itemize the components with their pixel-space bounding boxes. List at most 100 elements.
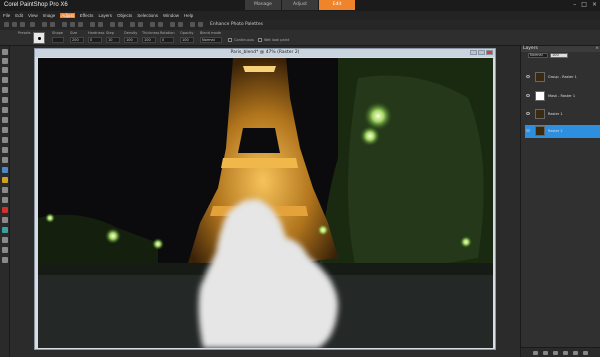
print-icon[interactable]: [30, 22, 35, 27]
menu-help[interactable]: Help: [184, 13, 193, 18]
menu-adjust[interactable]: Adjust: [60, 13, 75, 18]
opacity-field[interactable]: 100: [180, 37, 194, 43]
layer-properties-icon[interactable]: [573, 351, 578, 355]
clone-tool-icon[interactable]: [2, 127, 8, 133]
resize-icon[interactable]: [98, 22, 103, 27]
materials-icon[interactable]: [118, 22, 123, 27]
continuous-checkbox[interactable]: [228, 38, 232, 42]
image-canvas[interactable]: [38, 58, 493, 348]
zoom-icon[interactable]: [170, 22, 175, 27]
tab-manage[interactable]: Manage: [245, 0, 281, 10]
copy-icon[interactable]: [70, 22, 75, 27]
adjustment-layer-icon[interactable]: [563, 351, 568, 355]
straighten-tool-icon[interactable]: [2, 107, 8, 113]
smudge-tool-icon[interactable]: [2, 147, 8, 153]
script-icon[interactable]: [190, 22, 195, 27]
shape-select[interactable]: [52, 37, 64, 43]
menu-file[interactable]: File: [3, 13, 10, 18]
tab-adjust[interactable]: Adjust: [282, 0, 318, 10]
menu-edit[interactable]: Edit: [15, 13, 23, 18]
paste-icon[interactable]: [78, 22, 83, 27]
size-field[interactable]: 200: [70, 37, 84, 43]
palettes-button[interactable]: Palettes: [245, 22, 263, 27]
step-field[interactable]: 10: [106, 37, 120, 43]
lighten-tool-icon[interactable]: [2, 157, 8, 163]
document-minimize-button[interactable]: [470, 50, 477, 55]
learning-center-icon[interactable]: [178, 22, 183, 27]
pen-tool-icon[interactable]: [2, 247, 8, 253]
redo-icon[interactable]: [50, 22, 55, 27]
minimize-button[interactable]: –: [573, 1, 576, 8]
run-script-icon[interactable]: [198, 22, 203, 27]
adjust-icon[interactable]: [150, 22, 155, 27]
crop-tool-icon[interactable]: [2, 97, 8, 103]
menu-view[interactable]: View: [28, 13, 38, 18]
layer-row-group-raster-1[interactable]: Group - Raster 1: [525, 71, 600, 84]
step-label: Step: [106, 31, 114, 35]
history-icon[interactable]: [130, 22, 135, 27]
layer-row-raster-1[interactable]: Raster 1: [525, 108, 600, 121]
selection-icon[interactable]: [158, 22, 163, 27]
new-mask-icon[interactable]: [543, 351, 548, 355]
layer-row-raster-2[interactable]: Raster 2: [525, 125, 600, 138]
shape-tool-icon[interactable]: [2, 237, 8, 243]
document-maximize-button[interactable]: [478, 50, 485, 55]
text-tool-icon[interactable]: [2, 227, 8, 233]
dropper-tool-icon[interactable]: [2, 87, 8, 93]
paint-brush-tool-icon[interactable]: [2, 177, 8, 183]
open-file-icon[interactable]: [12, 22, 17, 27]
new-layer-icon[interactable]: [533, 351, 538, 355]
delete-layer-icon[interactable]: [583, 351, 588, 355]
color-replacer-tool-icon[interactable]: [2, 207, 8, 213]
maximize-button[interactable]: □: [581, 1, 587, 8]
layers-icon[interactable]: [110, 22, 115, 27]
effects-icon[interactable]: [138, 22, 143, 27]
layer-opacity-field[interactable]: 100: [550, 53, 568, 58]
document-window: Paris_blend* @ 47% (Raster 2): [34, 48, 496, 350]
dodge-tool-icon[interactable]: [2, 137, 8, 143]
visibility-eye-icon[interactable]: [526, 129, 530, 132]
menu-selections[interactable]: Selections: [137, 13, 158, 18]
menu-window[interactable]: Window: [163, 13, 179, 18]
undo-icon[interactable]: [42, 22, 47, 27]
pan-tool-icon[interactable]: [2, 49, 8, 55]
menu-layers[interactable]: Layers: [98, 13, 112, 18]
picture-tube-tool-icon[interactable]: [2, 217, 8, 223]
airbrush-tool-icon[interactable]: [2, 187, 8, 193]
eraser-tool-icon[interactable]: [2, 167, 8, 173]
density-field[interactable]: 100: [124, 37, 138, 43]
layers-close-button[interactable]: ×: [595, 46, 599, 52]
document-title: Paris_blend* @ 47% (Raster 2): [230, 50, 300, 55]
enhance-photo-button[interactable]: Enhance Photo: [210, 22, 244, 27]
crop-icon[interactable]: [90, 22, 95, 27]
tab-edit[interactable]: Edit: [319, 0, 355, 10]
document-close-button[interactable]: [486, 50, 493, 55]
thickness-field[interactable]: 100: [142, 37, 156, 43]
close-button[interactable]: ×: [592, 1, 597, 8]
workspace: Paris_blend* @ 47% (Raster 2): [11, 46, 520, 357]
visibility-eye-icon[interactable]: [526, 75, 530, 78]
menu-image[interactable]: Image: [43, 13, 56, 18]
red-eye-tool-icon[interactable]: [2, 117, 8, 123]
fill-tool-icon[interactable]: [2, 197, 8, 203]
layer-row-mask-raster-1[interactable]: Mask - Raster 1: [525, 90, 600, 103]
pick-tool-icon[interactable]: [2, 67, 8, 73]
save-icon[interactable]: [20, 22, 25, 27]
wet-look-checkbox[interactable]: [258, 38, 262, 42]
warp-tool-icon[interactable]: [2, 257, 8, 263]
hardness-field[interactable]: 0: [88, 37, 102, 43]
menu-objects[interactable]: Objects: [117, 13, 132, 18]
link-icon[interactable]: [553, 351, 558, 355]
zoom-tool-icon[interactable]: [2, 58, 8, 64]
new-file-icon[interactable]: [4, 22, 9, 27]
visibility-eye-icon[interactable]: [526, 112, 530, 115]
visibility-eye-icon[interactable]: [526, 94, 530, 97]
menu-effects[interactable]: Effects: [80, 13, 94, 18]
blend-mode-select[interactable]: Normal: [200, 37, 222, 43]
rotation-field[interactable]: 0: [160, 37, 174, 43]
layer-blend-mode-select[interactable]: Normal: [528, 53, 548, 58]
cut-icon[interactable]: [62, 22, 67, 27]
brush-preset-button[interactable]: [33, 32, 45, 44]
selection-tool-icon[interactable]: [2, 77, 8, 83]
document-title-bar: Paris_blend* @ 47% (Raster 2): [35, 49, 495, 57]
